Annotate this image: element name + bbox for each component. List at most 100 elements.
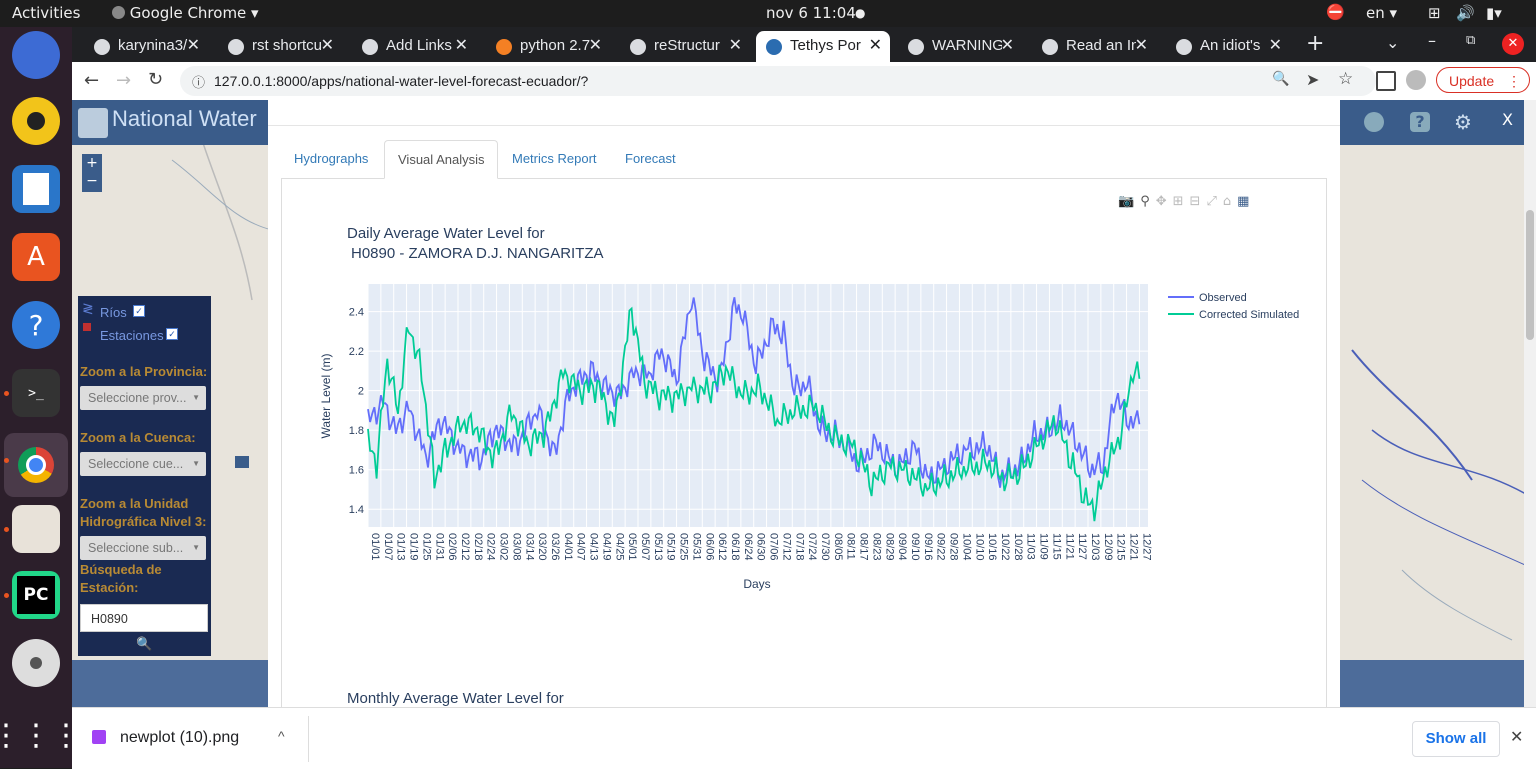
profile-icon[interactable]	[1406, 70, 1426, 90]
autoscale-icon[interactable]: ⤢	[1206, 194, 1222, 209]
close-tab-icon[interactable]: ✕	[729, 35, 742, 55]
minimize-icon[interactable]: –	[1428, 31, 1436, 50]
tab-metrics-report[interactable]: Metrics Report	[499, 140, 610, 177]
show-apps-icon[interactable]: ⋮⋮⋮	[0, 711, 81, 759]
search-icon[interactable]: 🔍	[136, 636, 152, 652]
x-tick-label: 09/28	[948, 533, 960, 561]
thunderbird-icon[interactable]	[12, 31, 60, 79]
tab-github[interactable]: karynina3/✕	[84, 31, 208, 62]
zoom-tool-icon[interactable]: ⚲	[1140, 194, 1156, 209]
tab-rst[interactable]: rst shortcu ✕	[218, 31, 342, 62]
menu-dots-icon[interactable]: ⋮	[1507, 68, 1521, 94]
close-tab-icon[interactable]: ✕	[1135, 35, 1148, 55]
network-icon[interactable]: ⊞	[1428, 4, 1441, 22]
files-icon[interactable]	[12, 505, 60, 553]
app-menu[interactable]: Google Chrome ▾	[112, 4, 259, 22]
scrollbar-thumb[interactable]	[1526, 210, 1534, 340]
activities-button[interactable]: Activities	[12, 4, 80, 22]
plotly-logo-icon[interactable]: ▦	[1237, 194, 1255, 209]
show-all-button[interactable]: Show all	[1412, 721, 1500, 757]
exit-icon[interactable]: X	[1502, 110, 1513, 129]
pycharm-icon[interactable]: PC	[12, 571, 60, 619]
battery-icon[interactable]: ▮▾	[1486, 4, 1502, 22]
tab-tethys[interactable]: Tethys Por ✕	[756, 31, 890, 62]
x-tick-label: 04/25	[613, 533, 625, 561]
tab-visual-analysis[interactable]: Visual Analysis	[384, 140, 499, 179]
close-tab-icon[interactable]: ✕	[321, 35, 334, 55]
chevron-up-icon[interactable]: ^	[278, 728, 285, 744]
download-filename[interactable]: newplot (10).png	[120, 729, 239, 747]
close-tab-icon[interactable]: ✕	[1001, 35, 1014, 55]
x-tick-label: 03/14	[523, 533, 535, 561]
x-tick-label: 05/19	[665, 533, 677, 561]
rhythmbox-icon[interactable]	[12, 97, 60, 145]
volume-icon[interactable]: 🔊	[1456, 4, 1475, 22]
omnibox[interactable]: ⓘ 127.0.0.1:8000/apps/national-water-lev…	[180, 66, 1376, 96]
water-level-chart[interactable]: Daily Average Water Level for H0890 - ZA…	[282, 216, 1326, 636]
x-tick-label: 06/30	[755, 533, 767, 561]
pan-icon[interactable]: ✥	[1156, 194, 1173, 209]
unidad-select[interactable]: Seleccione sub... ▼	[80, 536, 206, 560]
legend-observed[interactable]: Observed	[1199, 292, 1247, 304]
zoom-in-icon[interactable]: ⊞	[1173, 194, 1190, 209]
language-menu[interactable]: en ▾	[1366, 4, 1397, 22]
disc-icon[interactable]	[12, 639, 60, 687]
chrome-dock-icon[interactable]	[4, 433, 68, 497]
map-zoom-control[interactable]: + −	[82, 154, 102, 192]
bookmark-star-icon[interactable]: ☆	[1338, 69, 1353, 89]
update-button[interactable]: Update ⋮	[1436, 67, 1530, 93]
tab-links[interactable]: Add Links ✕	[352, 31, 476, 62]
sidepanel-icon[interactable]	[1376, 71, 1396, 91]
tab-search-icon[interactable]: ⌄	[1386, 33, 1399, 52]
help-icon[interactable]: ?	[12, 301, 60, 349]
tab-forecast[interactable]: Forecast	[612, 140, 689, 177]
station-search-input[interactable]: H0890	[80, 604, 208, 632]
maximize-icon[interactable]: ⧉	[1466, 33, 1475, 48]
disturb-icon[interactable]: ⛔	[1326, 3, 1345, 21]
rios-label: Ríos	[100, 305, 127, 320]
clock[interactable]: nov 6 11:04	[766, 4, 856, 22]
tab-hydrographs[interactable]: Hydrographs	[281, 140, 381, 177]
close-tab-icon[interactable]: ✕	[187, 35, 200, 55]
legend[interactable]: Observed Corrected Simulated	[1168, 292, 1299, 321]
window-close-icon[interactable]: ✕	[1502, 33, 1524, 55]
x-tick-label: 11/09	[1038, 533, 1050, 560]
estaciones-checkbox[interactable]: ✓	[166, 328, 178, 340]
url-text[interactable]: 127.0.0.1:8000/apps/national-water-level…	[214, 73, 588, 89]
camera-icon[interactable]: 📷	[1118, 194, 1140, 209]
x-tick-label: 02/12	[459, 533, 471, 561]
reset-axes-icon[interactable]: ⌂	[1223, 194, 1237, 209]
globe-icon[interactable]	[1364, 112, 1384, 132]
tab-warning[interactable]: WARNING: ✕	[898, 31, 1022, 62]
reload-icon[interactable]: ↻	[148, 69, 163, 90]
send-icon[interactable]: ➤	[1306, 70, 1319, 89]
software-center-icon[interactable]: A	[12, 233, 60, 281]
provincia-select[interactable]: Seleccione prov... ▼	[80, 386, 206, 410]
info-icon[interactable]: ⓘ	[192, 72, 205, 91]
settings-gear-icon[interactable]: ⚙	[1454, 110, 1472, 134]
tab-python[interactable]: python 2.7 ✕	[486, 31, 610, 62]
zoom-icon[interactable]: 🔍	[1272, 71, 1289, 87]
close-download-bar-icon[interactable]: ✕	[1510, 727, 1523, 747]
page-scrollbar[interactable]	[1524, 100, 1536, 707]
tab-idiot[interactable]: An idiot's ✕	[1166, 31, 1290, 62]
help-button-icon[interactable]: ?	[1410, 112, 1430, 132]
close-tab-icon[interactable]: ✕	[455, 35, 468, 55]
close-tab-icon[interactable]: ✕	[869, 35, 882, 55]
writer-icon[interactable]	[12, 165, 60, 213]
back-icon[interactable]: ←	[84, 70, 99, 91]
tab-restructured[interactable]: reStructur ✕	[620, 31, 750, 62]
forward-icon[interactable]: →	[116, 70, 131, 91]
close-tab-icon[interactable]: ✕	[589, 35, 602, 55]
station-marker-icon[interactable]	[235, 456, 249, 468]
cuenca-select[interactable]: Seleccione cue... ▼	[80, 452, 206, 476]
legend-simulated[interactable]: Corrected Simulated	[1199, 309, 1299, 321]
x-tick-label: 09/04	[896, 533, 908, 561]
chevron-down-icon: ▼	[192, 393, 200, 402]
close-tab-icon[interactable]: ✕	[1269, 35, 1282, 55]
rios-checkbox[interactable]: ✓	[133, 305, 145, 317]
tab-read[interactable]: Read an In ✕	[1032, 31, 1156, 62]
zoom-out-icon[interactable]: ⊟	[1190, 194, 1207, 209]
terminal-icon[interactable]: >_	[12, 369, 60, 417]
new-tab-icon[interactable]: +	[1306, 31, 1324, 56]
